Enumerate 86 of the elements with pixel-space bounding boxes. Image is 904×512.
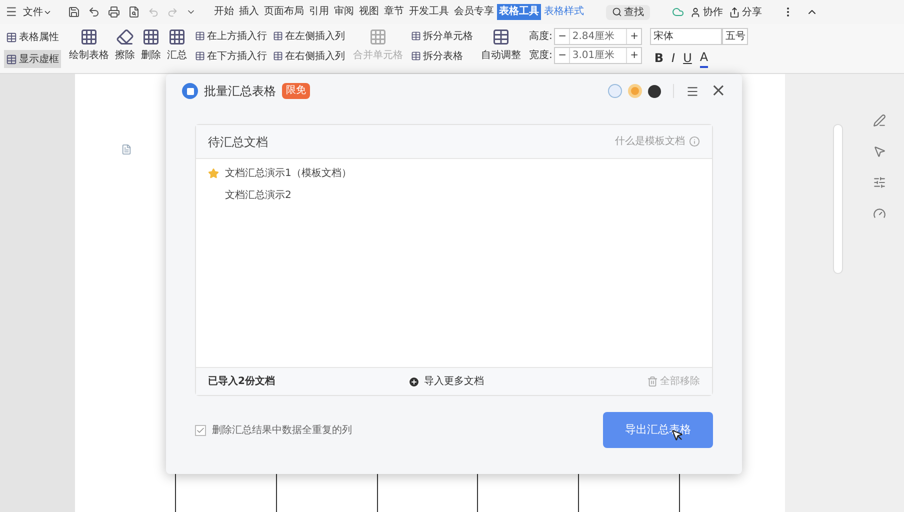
document-name[interactable]: 文档汇总演示1（模板文档） bbox=[225, 166, 352, 180]
close-button[interactable]: × bbox=[710, 82, 726, 100]
ribbon-tab[interactable]: 会员专享 bbox=[452, 4, 496, 20]
size-stepper[interactable]: − 3.01厘米 + bbox=[554, 47, 642, 64]
pointer-icon[interactable] bbox=[873, 145, 886, 158]
scrollbar-thumb[interactable] bbox=[833, 124, 843, 274]
insert-button[interactable]: 在左侧插入列 bbox=[273, 28, 345, 44]
plus-circle-icon bbox=[408, 376, 420, 388]
menu-icon[interactable] bbox=[686, 84, 699, 98]
sliders-icon[interactable] bbox=[873, 176, 886, 189]
grid-icon bbox=[369, 28, 387, 46]
person-icon bbox=[690, 6, 701, 18]
ribbon-button[interactable]: 删除 bbox=[141, 28, 161, 63]
ribbon-tab[interactable]: 表格样式 bbox=[542, 4, 586, 20]
table-icon bbox=[6, 54, 17, 64]
free-badge: 限免 bbox=[282, 83, 310, 99]
format-button[interactable]: U bbox=[683, 48, 692, 68]
collaborate-button[interactable]: 协作 bbox=[690, 4, 723, 20]
table-icon bbox=[195, 31, 205, 41]
document-icon bbox=[121, 144, 132, 155]
table-icon bbox=[411, 31, 421, 41]
ribbon-tab[interactable]: 审阅 bbox=[332, 4, 356, 20]
split-button[interactable]: 拆分单元格 bbox=[411, 28, 473, 44]
table-icon bbox=[6, 32, 17, 42]
ribbon-tab[interactable]: 视图 bbox=[356, 4, 381, 20]
table-icon bbox=[411, 51, 421, 61]
ribbon-tab[interactable]: 章节 bbox=[382, 4, 406, 20]
pen-icon[interactable] bbox=[873, 114, 886, 127]
table-icon bbox=[273, 51, 283, 61]
font-select[interactable]: 宋体 bbox=[650, 28, 722, 45]
ribbon-tab[interactable]: 开发工具 bbox=[406, 4, 451, 20]
ribbon-tab[interactable]: 表格工具 bbox=[496, 4, 541, 20]
ribbon-toggle[interactable]: 表格属性 bbox=[4, 28, 61, 46]
search-icon bbox=[612, 7, 622, 17]
ribbon-button[interactable]: 汇总 bbox=[167, 28, 187, 63]
w-logo-icon bbox=[608, 84, 622, 98]
checkbox[interactable] bbox=[195, 424, 206, 436]
coin-icon bbox=[628, 84, 642, 98]
file-menu[interactable]: 文件 bbox=[22, 4, 52, 20]
table-icon bbox=[273, 31, 283, 41]
size-stepper[interactable]: − 2.84厘米 + bbox=[554, 28, 642, 45]
ribbon-tab[interactable]: 页面布局 bbox=[262, 4, 306, 20]
check-icon bbox=[196, 426, 205, 434]
split-button[interactable]: 拆分表格 bbox=[411, 48, 473, 64]
dialog-title: 批量汇总表格 bbox=[204, 83, 276, 100]
list-title: 待汇总文档 bbox=[208, 134, 268, 150]
table-icon bbox=[195, 51, 205, 61]
ribbon-tab[interactable]: 插入 bbox=[236, 4, 261, 20]
size-label: 高度: bbox=[529, 30, 552, 44]
preview-icon[interactable] bbox=[128, 6, 140, 18]
format-button[interactable]: A bbox=[700, 48, 708, 68]
share-button[interactable]: 分享 bbox=[728, 4, 762, 20]
undo-icon[interactable] bbox=[88, 6, 100, 18]
ribbon-tab[interactable]: 引用 bbox=[306, 4, 331, 20]
grid-icon bbox=[80, 28, 98, 46]
trash-icon bbox=[647, 376, 658, 387]
share-icon bbox=[728, 6, 740, 18]
info-icon[interactable] bbox=[689, 136, 700, 147]
grid-icon bbox=[168, 28, 186, 46]
search-button[interactable]: 查找 bbox=[606, 4, 650, 20]
import-count: 已导入2份文档 bbox=[208, 374, 276, 389]
insert-button[interactable]: 在下方插入行 bbox=[195, 48, 267, 64]
font-size-select[interactable]: 五号 bbox=[722, 28, 748, 45]
eraser-icon bbox=[116, 28, 134, 46]
gauge-icon[interactable] bbox=[873, 207, 886, 220]
ribbon-button[interactable]: 擦除 bbox=[115, 28, 135, 63]
menu-icon[interactable]: ☰ bbox=[6, 3, 17, 21]
ribbon-toggle[interactable]: 显示虚框 bbox=[4, 50, 61, 68]
ribbon-button[interactable]: 绘制表格 bbox=[69, 28, 109, 63]
grid-icon bbox=[142, 28, 160, 46]
star-icon bbox=[208, 168, 219, 178]
size-label: 宽度: bbox=[529, 48, 552, 63]
checkbox-label: 删除汇总结果中数据全重复的列 bbox=[212, 424, 352, 438]
print-icon[interactable] bbox=[108, 6, 120, 18]
autofit-button[interactable]: 自动调整 bbox=[481, 28, 521, 63]
table-icon bbox=[492, 28, 510, 46]
ribbon-tab[interactable]: 开始 bbox=[212, 4, 236, 20]
format-button[interactable]: I bbox=[672, 48, 676, 68]
insert-button[interactable]: 在上方插入行 bbox=[195, 28, 267, 44]
insert-button[interactable]: 在右侧插入列 bbox=[273, 48, 345, 64]
import-more-button[interactable]: 导入更多文档 bbox=[408, 374, 484, 389]
cloud-icon[interactable] bbox=[672, 6, 684, 18]
save-icon[interactable] bbox=[68, 6, 80, 18]
document-name[interactable]: 文档汇总演示2 bbox=[225, 188, 292, 202]
app-logo-icon bbox=[182, 83, 198, 99]
format-button[interactable]: B bbox=[654, 48, 664, 68]
